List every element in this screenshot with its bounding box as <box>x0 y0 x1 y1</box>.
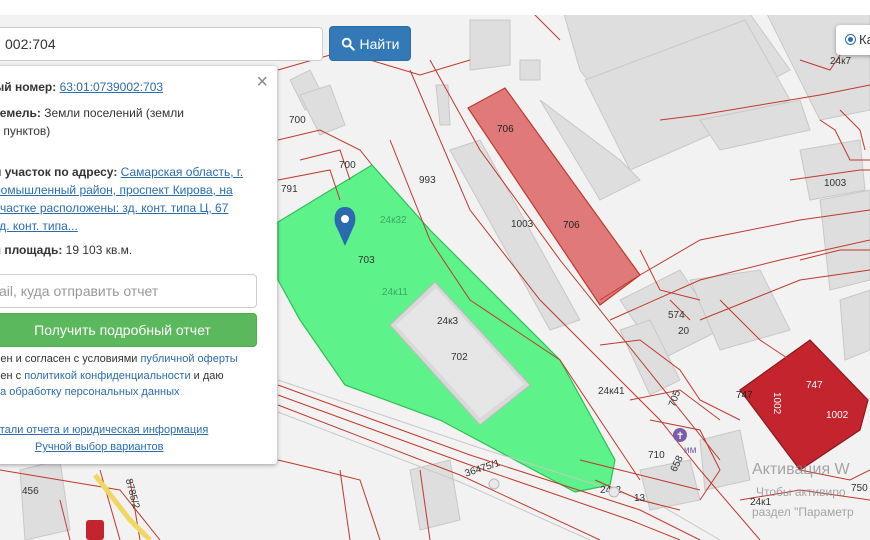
poi-bottom-icon[interactable] <box>86 520 104 540</box>
building <box>469 19 511 71</box>
label-993: 993 <box>419 175 436 186</box>
land-category-value-2: х пунктов) <box>0 124 51 138</box>
layer-control[interactable]: Ка <box>836 25 870 55</box>
land-category-row-2: х пунктов) <box>0 122 50 140</box>
address-row-2: ромышленный район, проспект Кирова, на <box>0 181 233 199</box>
label-1002a: 1002 <box>771 392 782 415</box>
label-706b: 706 <box>563 220 580 231</box>
email-field[interactable]: ail, куда отправить отчет <box>0 274 257 308</box>
label-24k7: 24к7 <box>830 56 851 67</box>
layer-label: Ка <box>859 32 870 47</box>
watermark-line-3: раздел "Параметр <box>752 505 854 519</box>
address-link-4[interactable]: зд. конт. типа... <box>0 219 78 233</box>
parcel-info-panel: × ый номер: 63:01:0739002:703 земель: Зе… <box>0 66 277 464</box>
details-row: етали отчета и юридическая информация <box>0 421 208 439</box>
label-1003a: 1003 <box>511 219 534 230</box>
label-24k32: 24к32 <box>380 215 407 226</box>
cadastral-number-label: ый номер: <box>0 80 57 94</box>
close-icon[interactable]: × <box>256 72 268 92</box>
personal-data-link[interactable]: на обработку персональных данных <box>0 386 180 398</box>
label-13: 13 <box>634 493 646 504</box>
land-category-label: земель: <box>0 106 41 120</box>
poi-icon[interactable]: ✝ <box>673 428 687 442</box>
address-row: й участок по адресу: Самарская область, … <box>0 163 243 181</box>
manual-selection-link[interactable]: Ручной выбор вариантов <box>35 441 163 453</box>
land-category-row: земель: Земли поселений (земли <box>0 104 184 122</box>
label-747a: 747 <box>736 390 753 401</box>
watermark-line-2: Чтобы активиро <box>756 485 846 499</box>
label-1002b: 1002 <box>826 410 849 421</box>
label-456: 456 <box>22 486 39 497</box>
label-24k11: 24к11 <box>382 287 408 298</box>
label-im: им <box>684 445 697 456</box>
label-702: 702 <box>451 352 468 363</box>
building <box>519 59 541 81</box>
address-link-1[interactable]: Самарская область, г. <box>121 165 243 179</box>
label-24k3: 24к3 <box>437 316 458 327</box>
label-791: 791 <box>281 184 298 195</box>
area-label: я площадь: <box>0 243 63 257</box>
privacy-policy-link[interactable]: политикой конфиденциальности <box>24 370 190 382</box>
label-20: 20 <box>678 326 690 337</box>
agree-offer-text: лен и согласен с условиями <box>0 353 141 365</box>
label-706a: 706 <box>497 124 514 135</box>
label-747b: 747 <box>806 380 823 391</box>
label-700b: 700 <box>339 160 356 171</box>
public-offer-link[interactable]: публичной оферты <box>140 353 237 365</box>
search-icon <box>341 37 355 51</box>
address-label: й участок по адресу: <box>0 165 118 179</box>
report-details-link[interactable]: етали отчета и юридическая информация <box>0 424 208 436</box>
get-report-button[interactable]: Получить подробный отчет <box>0 313 257 347</box>
label-24k41: 24к41 <box>598 386 625 397</box>
manual-row: Ручной выбор вариантов <box>35 438 163 456</box>
label-700a: 700 <box>289 115 306 126</box>
address-link-3[interactable]: участке расположены: зд. конт. типа Ц, 6… <box>0 201 228 215</box>
agree-privacy-suffix: и даю <box>190 370 224 382</box>
building <box>799 139 866 201</box>
area-row: я площадь: 19 103 кв.м. <box>0 241 132 259</box>
search-input[interactable]: 002:704 <box>0 27 323 61</box>
label-1003b: 1003 <box>824 178 847 189</box>
svg-text:✝: ✝ <box>676 431 684 442</box>
label-703: 703 <box>358 255 375 266</box>
area-value: 19 103 кв.м. <box>65 243 133 257</box>
label-574: 574 <box>668 310 685 321</box>
cadastral-number-link[interactable]: 63:01:0739002:703 <box>60 80 163 94</box>
top-strip <box>0 0 870 15</box>
activation-watermark: Активация W Чтобы активиро раздел "Парам… <box>752 461 854 519</box>
address-row-3: участке расположены: зд. конт. типа Ц, 6… <box>0 199 228 217</box>
search-button-label: Найти <box>359 35 400 52</box>
cadastral-number-row: ый номер: 63:01:0739002:703 <box>0 78 163 96</box>
address-row-4: зд. конт. типа... <box>0 217 78 235</box>
watermark-line-1: Активация W <box>752 461 851 478</box>
land-category-value: Земли поселений (земли <box>44 106 184 120</box>
label-750: 750 <box>851 483 868 494</box>
label-710: 710 <box>648 450 665 461</box>
search-button[interactable]: Найти <box>329 26 411 61</box>
agree-data-row: на обработку персональных данных <box>0 383 180 401</box>
agree-offer-row: лен и согласен с условиями публичной офе… <box>0 350 238 368</box>
layer-radio[interactable] <box>845 34 856 45</box>
agree-privacy-text: лен с <box>0 370 22 382</box>
building <box>839 289 870 361</box>
address-link-2[interactable]: ромышленный район, проспект Кирова, на <box>0 183 233 197</box>
